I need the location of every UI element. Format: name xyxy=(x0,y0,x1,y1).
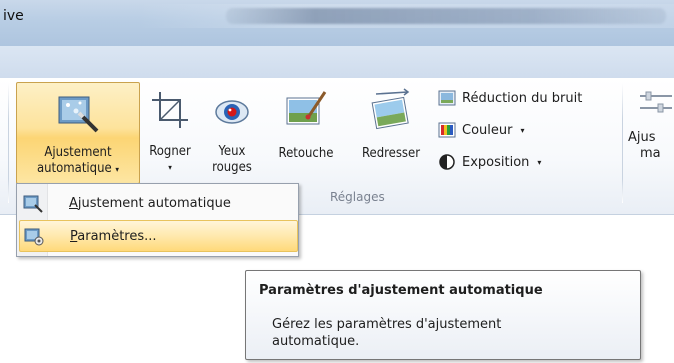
adjust-partial-label-2: ma xyxy=(640,146,661,161)
auto-adjust-label-1: Ajustement xyxy=(44,145,112,160)
ribbon-separator xyxy=(8,83,9,203)
red-eye-button[interactable]: Yeux rouges xyxy=(204,82,260,182)
exposure-button[interactable]: Exposition ▾ xyxy=(438,150,541,174)
noise-reduction-icon xyxy=(438,90,456,106)
red-eye-label-1: Yeux xyxy=(218,144,246,159)
straighten-button[interactable]: Redresser xyxy=(350,82,432,182)
menu-accel-a: A xyxy=(69,195,78,211)
crop-icon xyxy=(152,92,188,128)
ribbon-separator xyxy=(622,83,623,203)
menu-item-auto-adjust-label: Ajustement automatique xyxy=(69,196,231,211)
group-label-reglages: Réglages xyxy=(330,190,385,204)
adjust-partial-icon xyxy=(640,91,672,113)
menu-item-settings-text: aramètres... xyxy=(77,228,157,244)
red-eye-label-2: rouges xyxy=(212,160,252,175)
crop-label: Rogner xyxy=(149,144,191,159)
color-icon xyxy=(438,122,456,138)
adjust-partial-button[interactable]: Ajus ma xyxy=(628,88,674,188)
tooltip-description: Gérez les paramètres d'ajustement automa… xyxy=(272,317,502,349)
menu-item-auto-adjust-text: justement automatique xyxy=(77,195,231,211)
auto-adjust-icon xyxy=(23,195,43,213)
exposure-label: Exposition xyxy=(462,154,530,170)
color-dropdown-arrow-icon: ▾ xyxy=(520,125,525,135)
retouch-label: Retouche xyxy=(278,146,334,161)
dropdown-arrow-icon: ▾ xyxy=(115,165,120,174)
crop-button[interactable]: Rogner ▾ xyxy=(142,82,198,182)
color-label: Couleur xyxy=(462,122,513,138)
straighten-icon xyxy=(371,88,410,130)
tooltip: Paramètres d'ajustement automatique Gére… xyxy=(245,270,641,360)
window-title: ive xyxy=(3,8,24,24)
settings-icon xyxy=(24,228,44,246)
menu-item-settings[interactable]: Paramètres... xyxy=(19,220,298,252)
title-bar: ive xyxy=(0,0,674,46)
auto-adjust-icon xyxy=(58,96,99,133)
color-button[interactable]: Couleur ▾ xyxy=(438,118,524,142)
auto-adjust-menu: Ajustement automatique Paramètres... xyxy=(16,183,299,257)
exposure-icon xyxy=(439,154,455,170)
retouch-icon xyxy=(286,91,327,125)
noise-reduction-label: Réduction du bruit xyxy=(462,90,583,106)
tooltip-title: Paramètres d'ajustement automatique xyxy=(259,283,543,298)
retouch-button[interactable]: Retouche xyxy=(264,82,348,182)
auto-adjust-label-2: automatique xyxy=(36,161,112,176)
red-eye-icon xyxy=(215,100,249,124)
menu-item-auto-adjust[interactable]: Ajustement automatique xyxy=(19,188,296,218)
adjust-partial-label-1: Ajus xyxy=(628,130,656,145)
auto-adjust-label-2-row: automatique ▾ xyxy=(17,161,139,178)
auto-adjust-button[interactable]: Ajustement automatique ▾ xyxy=(16,82,140,184)
menu-item-settings-label: Paramètres... xyxy=(70,229,157,244)
blurred-title-text xyxy=(226,8,666,24)
crop-dropdown-arrow-icon: ▾ xyxy=(168,163,172,172)
straighten-label: Redresser xyxy=(361,146,421,161)
exposure-dropdown-arrow-icon: ▾ xyxy=(537,157,542,167)
noise-reduction-button[interactable]: Réduction du bruit xyxy=(438,86,582,110)
ribbon-tab-strip xyxy=(0,46,674,79)
